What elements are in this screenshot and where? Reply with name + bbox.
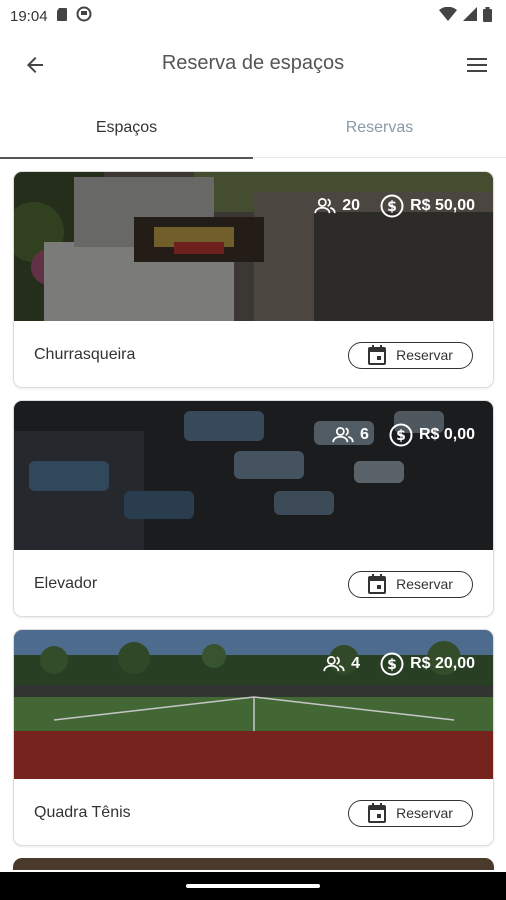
card-footer: Quadra Tênis Reservar <box>14 779 493 845</box>
notification-circle-icon <box>76 6 92 26</box>
svg-text:$: $ <box>396 428 406 444</box>
hamburger-menu-icon <box>467 58 487 72</box>
card-footer: Elevador Reservar <box>14 550 493 616</box>
status-right <box>439 6 492 26</box>
dollar-circle-icon: $ <box>389 423 413 447</box>
space-name: Churrasqueira <box>34 346 136 363</box>
space-image-quadra-tenis: 4 $ R$ 20,00 <box>14 630 493 779</box>
people-icon <box>332 427 354 443</box>
system-navigation-bar <box>0 872 506 900</box>
status-bar: 19:04 <box>0 0 506 32</box>
status-time: 19:04 <box>10 7 48 25</box>
people-icon <box>314 198 336 214</box>
reserve-button[interactable]: Reservar <box>348 341 473 369</box>
svg-text:$: $ <box>387 199 397 215</box>
reserve-button-label: Reservar <box>396 805 453 821</box>
menu-button[interactable] <box>462 50 492 80</box>
space-image-churrasqueira: 20 $ R$ 50,00 <box>14 172 493 321</box>
price-value: R$ 20,00 <box>410 655 475 672</box>
svg-text:$: $ <box>387 657 397 673</box>
tab-bar: Espaços Reservas <box>0 98 506 159</box>
sd-card-icon <box>56 7 68 25</box>
space-info-overlay: 4 $ R$ 20,00 <box>323 652 475 676</box>
people-icon <box>323 656 345 672</box>
calendar-icon <box>368 345 387 365</box>
price-group: $ R$ 50,00 <box>380 194 475 218</box>
space-image-elevador: 6 $ R$ 0,00 <box>14 401 493 550</box>
space-name: Quadra Tênis <box>34 804 131 821</box>
dollar-circle-icon: $ <box>380 194 404 218</box>
spaces-list: 20 $ R$ 50,00 Churrasqueira Reservar 6 $… <box>13 171 494 870</box>
capacity-value: 4 <box>351 655 361 672</box>
space-card[interactable]: 4 $ R$ 20,00 Quadra Tênis Reservar <box>13 629 494 846</box>
reserve-button-label: Reservar <box>396 347 453 363</box>
calendar-icon <box>368 574 387 594</box>
capacity-value: 6 <box>360 426 369 443</box>
calendar-icon <box>368 803 387 823</box>
space-card[interactable]: 6 $ R$ 0,00 Elevador Reservar <box>13 400 494 617</box>
app-bar: Reserva de espaços <box>0 32 506 96</box>
space-card[interactable]: 20 $ R$ 50,00 Churrasqueira Reservar <box>13 171 494 388</box>
space-card-partial[interactable] <box>13 858 494 870</box>
wifi-icon <box>439 6 457 25</box>
tab-espacos[interactable]: Espaços <box>0 98 253 159</box>
reserve-button[interactable]: Reservar <box>348 570 473 598</box>
home-gesture-handle[interactable] <box>186 884 320 888</box>
space-info-overlay: 20 $ R$ 50,00 <box>314 194 475 218</box>
price-value: R$ 50,00 <box>410 197 475 214</box>
card-footer: Churrasqueira Reservar <box>14 321 493 387</box>
battery-icon <box>483 6 492 26</box>
price-group: $ R$ 20,00 <box>380 652 475 676</box>
status-left: 19:04 <box>10 6 92 26</box>
signal-icon <box>463 7 477 25</box>
dollar-circle-icon: $ <box>380 652 404 676</box>
reserve-button[interactable]: Reservar <box>348 799 473 827</box>
space-name: Elevador <box>34 575 98 592</box>
page-title: Reserva de espaços <box>161 52 345 74</box>
tab-reservas[interactable]: Reservas <box>253 98 506 158</box>
capacity-group: 4 <box>323 655 360 673</box>
space-info-overlay: 6 $ R$ 0,00 <box>332 423 475 447</box>
capacity-group: 20 <box>314 197 360 215</box>
capacity-group: 6 <box>332 426 369 444</box>
price-value: R$ 0,00 <box>418 426 475 443</box>
reserve-button-label: Reservar <box>396 576 453 592</box>
price-group: $ R$ 0,00 <box>389 423 475 447</box>
capacity-value: 20 <box>342 197 361 214</box>
